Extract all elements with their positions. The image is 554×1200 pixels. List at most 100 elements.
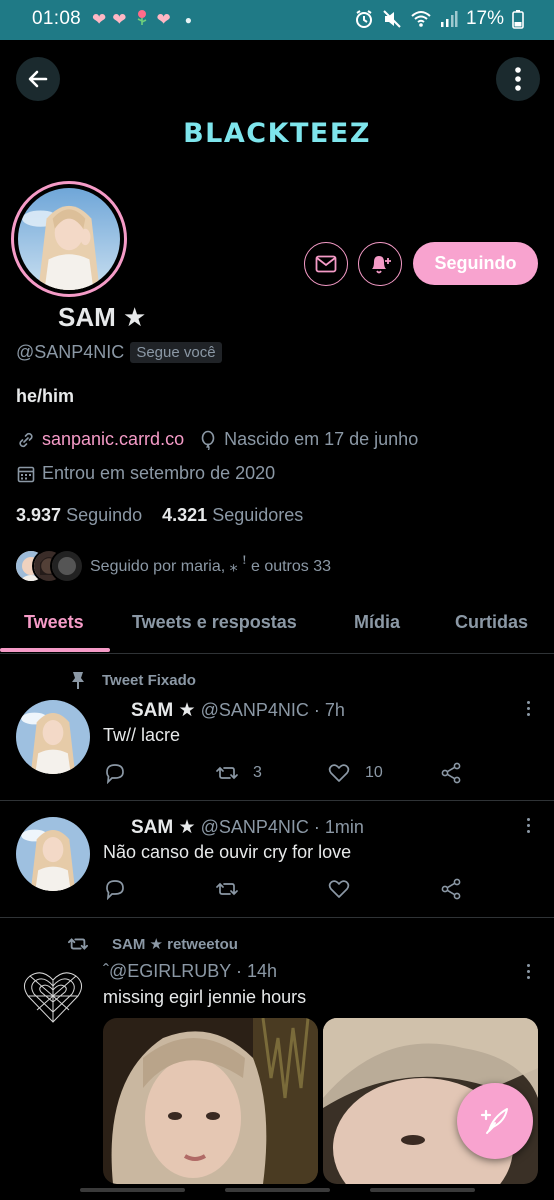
active-tab-indicator <box>0 648 110 652</box>
tab-likes[interactable]: Curtidas <box>455 612 528 633</box>
heart-outline-icon <box>328 764 350 782</box>
followers-count: 4.321 <box>162 505 208 525</box>
status-bar: 01:08 ❤ ❤ ❤ ● 17% <box>0 0 554 40</box>
profile-handle: @SANP4NIC <box>16 342 125 362</box>
balloon-icon <box>201 430 215 450</box>
heart-icon: ❤ <box>156 9 171 29</box>
link-icon <box>19 432 33 447</box>
system-navigation-bar <box>0 1184 554 1200</box>
followed-by-row[interactable]: Seguido por maria, ⁎ ꜝ e outros 33 <box>14 549 331 583</box>
avatar[interactable] <box>16 700 90 774</box>
profile-meta-row: sanpanic.carrd.co Nascido em 17 de junho <box>16 429 418 450</box>
compose-tweet-button[interactable] <box>457 1083 533 1159</box>
follower-avatars <box>14 549 86 583</box>
followers-stat[interactable]: 4.321 Seguidores <box>162 505 303 526</box>
heart-icon: ❤ <box>92 9 107 29</box>
mute-icon <box>383 10 401 28</box>
follows-you-badge: Segue você <box>130 342 222 363</box>
tweet-author: SAM ★ <box>131 700 196 721</box>
nav-back-button[interactable] <box>370 1188 475 1192</box>
tweet-handle-time: @SANP4NIC · 7h <box>200 700 345 720</box>
share-icon <box>441 878 461 900</box>
follow-stats: 3.937 Seguindo 4.321 Seguidores <box>16 505 303 526</box>
battery-icon <box>512 10 524 29</box>
share-button[interactable] <box>439 762 463 784</box>
like-count: 10 <box>365 764 383 781</box>
following-count: 3.937 <box>16 505 62 525</box>
tweet-handle-time: @SANP4NIC · 1min <box>200 817 364 837</box>
share-button[interactable] <box>439 878 463 900</box>
retweet-count: 3 <box>253 764 262 781</box>
profile-banner-text: BLACKTEEZ <box>183 118 371 149</box>
tweet-menu-button[interactable] <box>524 701 532 716</box>
tweet-text: Não canso de ouvir cry for love <box>103 842 352 862</box>
tweet-text: missing egirl jennie hours <box>103 987 307 1007</box>
bell-plus-icon <box>372 256 391 274</box>
signal-icon <box>440 11 458 27</box>
reply-icon <box>106 764 124 784</box>
like-button[interactable]: 10 <box>327 762 383 784</box>
avatar[interactable] <box>16 960 90 1034</box>
nav-home-button[interactable] <box>225 1188 330 1192</box>
followers-label: Seguidores <box>212 505 304 525</box>
tweet-item[interactable]: SAM ★ @SANP4NIC · 7h Tw// lacre 3 10 <box>0 660 554 801</box>
tweet-text: Tw// lacre <box>103 725 181 745</box>
tweet-author: SAM ★ <box>131 817 196 838</box>
retweet-button[interactable]: 3 <box>215 762 262 784</box>
tweet-menu-button[interactable] <box>524 818 532 833</box>
reply-button[interactable] <box>103 762 127 784</box>
arrow-left-icon <box>28 70 48 88</box>
profile-bio: he/him <box>16 386 75 406</box>
tab-media[interactable]: Mídia <box>354 612 400 633</box>
share-icon <box>441 762 461 784</box>
tweet-header: SAM ★ @SANP4NIC · 1min <box>131 816 364 839</box>
notifications-button[interactable] <box>358 242 402 286</box>
reply-button[interactable] <box>103 878 127 900</box>
tweet-handle-time: ˆ@EGIRLRUBY · 14h <box>103 961 277 981</box>
more-options-button[interactable] <box>496 57 540 101</box>
tab-tweets[interactable]: Tweets <box>24 612 84 633</box>
reply-icon <box>106 880 124 900</box>
calendar-icon <box>17 466 35 482</box>
rose-icon <box>133 8 151 31</box>
profile-joined-row: Entrou em setembro de 2020 <box>16 463 275 484</box>
tweet-header: SAM ★ @SANP4NIC · 7h <box>131 699 345 722</box>
avatar <box>50 549 84 583</box>
handle-row: @SANP4NIC Segue você <box>16 342 222 363</box>
message-button[interactable] <box>304 242 348 286</box>
wifi-icon <box>411 11 431 27</box>
following-button[interactable]: Seguindo <box>413 242 538 285</box>
nav-recent-apps-button[interactable] <box>80 1188 185 1192</box>
notification-dot-icon: ● <box>184 12 192 27</box>
profile-joined: Entrou em setembro de 2020 <box>42 463 276 483</box>
notification-icons: ❤ ❤ ❤ ● <box>92 8 192 31</box>
profile-link[interactable]: sanpanic.carrd.co <box>42 429 184 450</box>
spiderweb-heart-icon <box>24 972 82 1023</box>
tab-tweets-replies[interactable]: Tweets e respostas <box>132 612 297 633</box>
heart-icon: ❤ <box>112 9 127 29</box>
retweet-icon <box>216 882 238 896</box>
following-label: Seguindo <box>66 505 143 525</box>
clock: 01:08 <box>32 8 82 29</box>
tweet-header: ˆ@EGIRLRUBY · 14h <box>103 961 277 982</box>
profile-birthday: Nascido em 17 de junho <box>224 429 419 449</box>
profile-avatar[interactable] <box>11 181 127 297</box>
system-icons: 17% <box>354 8 524 30</box>
tweet-actions <box>103 878 473 902</box>
back-button[interactable] <box>16 57 60 101</box>
followed-by-text: Seguido por maria, ⁎ ꜝ e outros 33 <box>90 558 332 575</box>
tweet-item[interactable]: SAM ★ @SANP4NIC · 1min Não canso de ouvi… <box>0 801 554 918</box>
battery-level: 17% <box>465 8 504 29</box>
tweet-actions: 3 10 <box>103 762 473 786</box>
tweet-media-image[interactable] <box>103 1018 318 1184</box>
following-stat[interactable]: 3.937 Seguindo <box>16 505 142 526</box>
tweet-menu-button[interactable] <box>524 964 532 979</box>
more-vertical-icon <box>515 67 521 91</box>
profile-name: SAM ★ <box>58 302 147 332</box>
feather-plus-icon <box>480 1108 508 1134</box>
alarm-icon <box>355 10 372 28</box>
avatar[interactable] <box>16 817 90 891</box>
profile-tabs: Tweets Tweets e respostas Mídia Curtidas <box>0 596 554 654</box>
like-button[interactable] <box>327 878 351 900</box>
retweet-button[interactable] <box>215 878 239 900</box>
